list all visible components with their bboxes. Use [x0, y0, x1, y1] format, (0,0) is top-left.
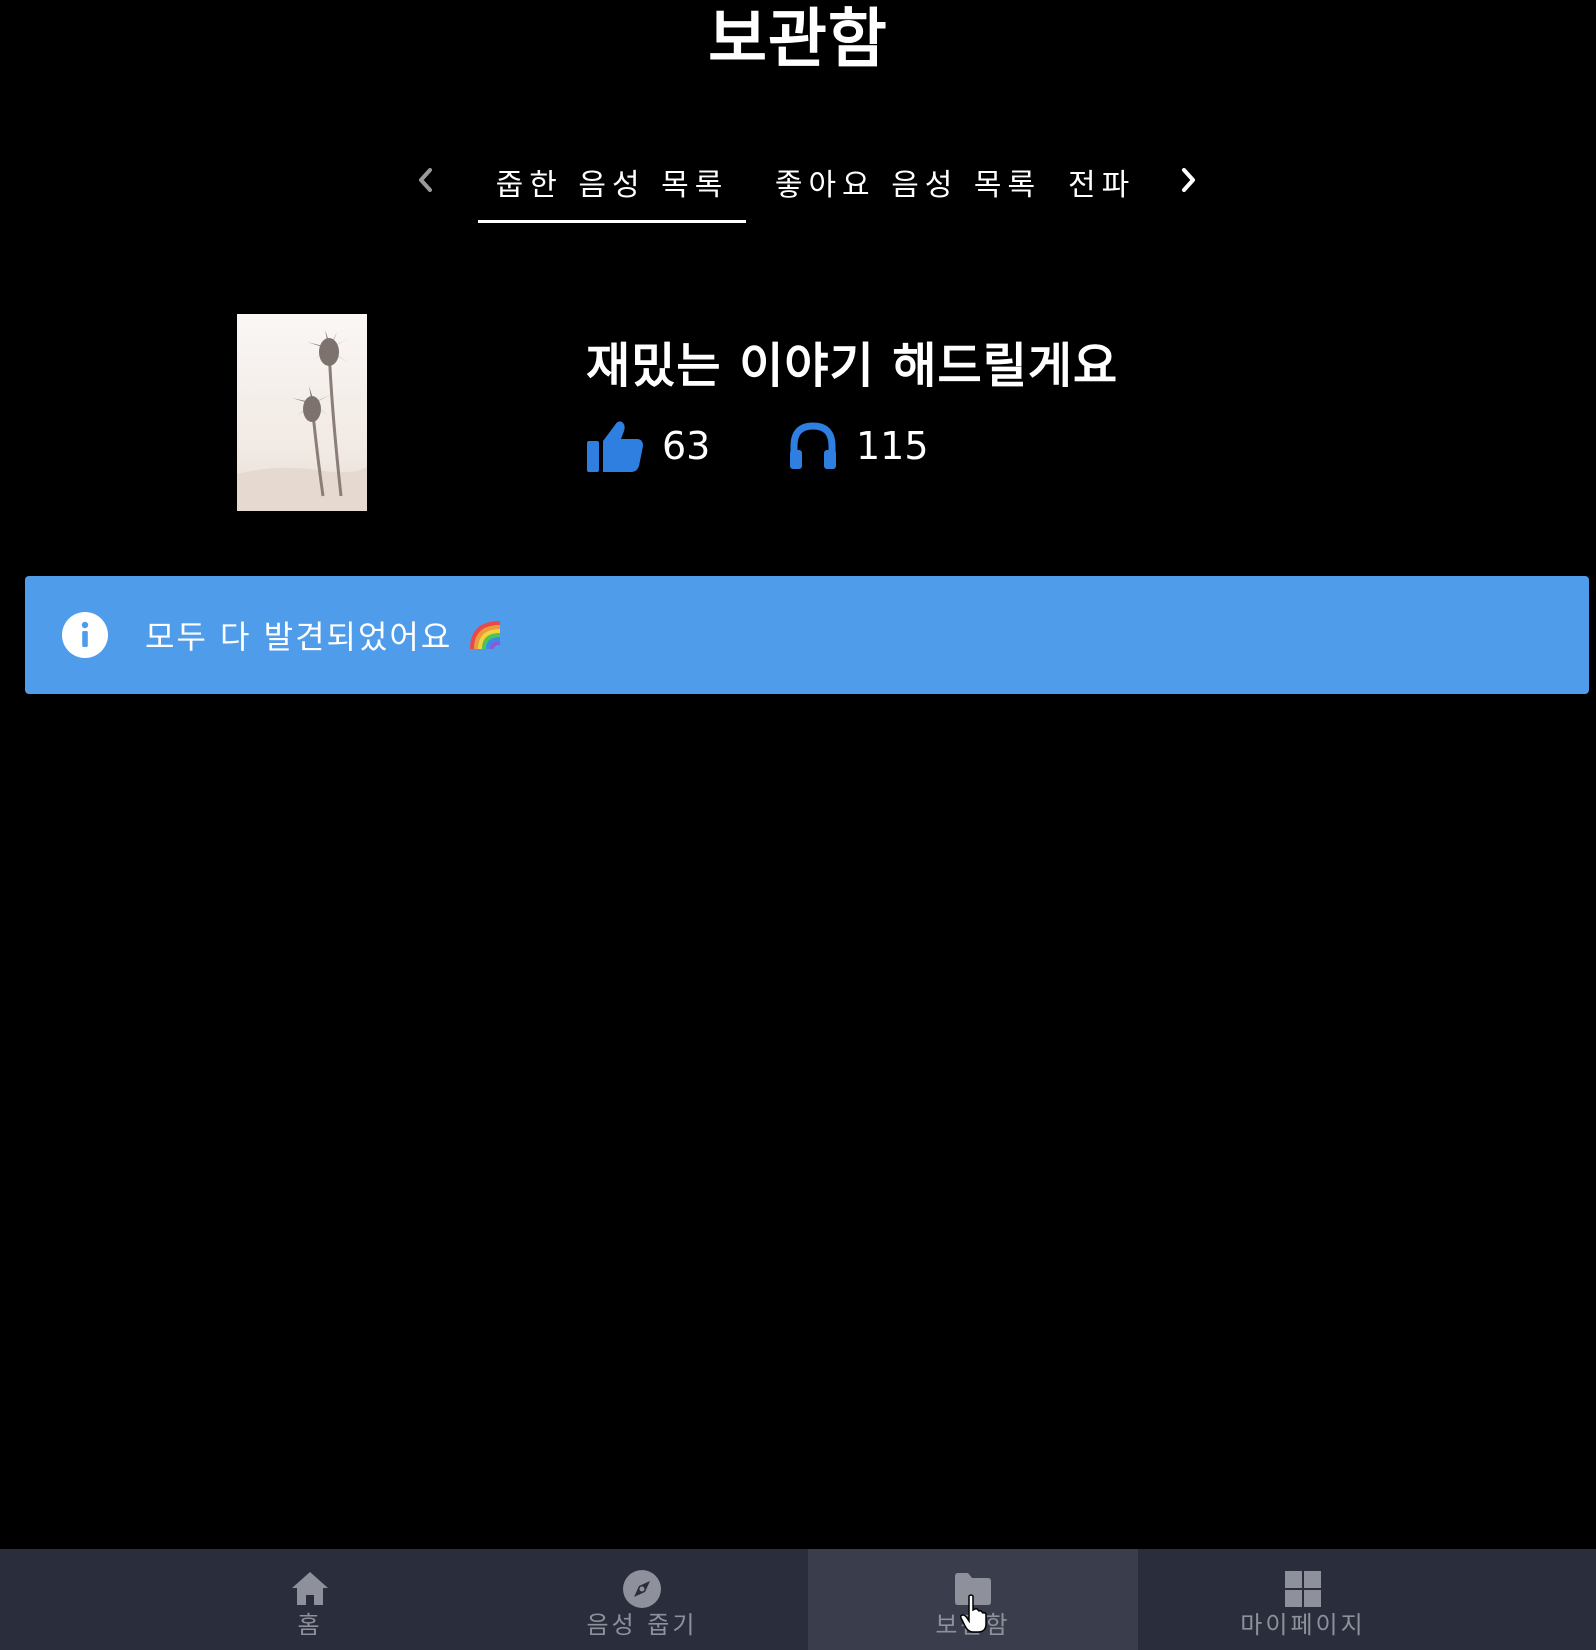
nav-pick-voice-label: 음성 줍기 [586, 1611, 698, 1639]
bottom-navigation: 홈 음성 줍기 보관함 마이페이지 [0, 1549, 1596, 1650]
nav-home[interactable]: 홈 [145, 1549, 475, 1650]
chevron-left-icon [419, 168, 432, 192]
nav-home-label: 홈 [297, 1611, 323, 1639]
tab-bar: 줍한 음성 목록 좋아요 음성 목록 전파 [0, 140, 1596, 225]
info-icon [62, 612, 108, 658]
voice-thumbnail[interactable] [237, 314, 367, 511]
tab-picked-voices[interactable]: 줍한 음성 목록 [478, 140, 746, 223]
nav-pick-voice[interactable]: 음성 줍기 [477, 1549, 807, 1650]
info-alert: 모두 다 발견되었어요 [25, 576, 1589, 694]
tab-broadcast[interactable]: 전파 [1068, 140, 1158, 223]
chevron-right-icon [1182, 168, 1195, 192]
rainbow-icon [470, 621, 501, 650]
grid-icon [1285, 1571, 1321, 1607]
voice-list-item[interactable]: 재밌는 이야기 해드릴게요 63 115 [0, 314, 1596, 512]
like-count-value: 63 [662, 424, 711, 468]
voice-title[interactable]: 재밌는 이야기 해드릴게요 [586, 336, 1118, 396]
like-count: 63 [586, 417, 710, 475]
page-title: 보관함 [708, 3, 888, 77]
hand-cursor-icon [960, 1594, 987, 1633]
nav-mypage-label: 마이페이지 [1240, 1611, 1366, 1639]
listen-count-value: 115 [856, 424, 929, 468]
tab-scroll-left-button[interactable] [406, 160, 446, 200]
headphones-icon [790, 422, 836, 469]
palm-tree-image [237, 314, 367, 511]
home-icon [292, 1572, 328, 1605]
compass-icon [623, 1570, 661, 1608]
listen-count: 115 [788, 417, 929, 475]
alert-message: 모두 다 발견되었어요 [145, 618, 453, 656]
active-tab-indicator [478, 220, 746, 223]
tab-scroll-right-button[interactable] [1168, 160, 1208, 200]
thumbs-up-icon [587, 421, 643, 472]
nav-mypage[interactable]: 마이페이지 [1138, 1549, 1468, 1650]
tab-liked-voices[interactable]: 좋아요 음성 목록 [768, 140, 1048, 223]
